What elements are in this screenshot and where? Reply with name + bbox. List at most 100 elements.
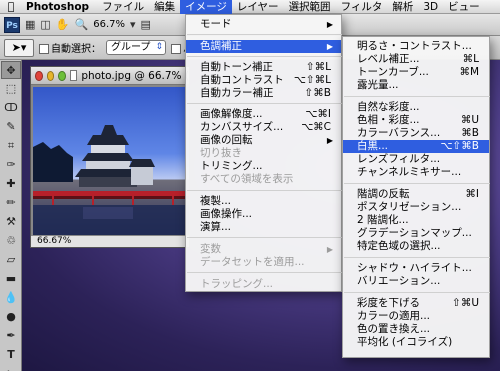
minibridge-icon[interactable]: ◫ — [40, 18, 50, 31]
auto-select-option[interactable]: 自動選択： — [39, 40, 101, 55]
menu-item-shortcut: ⇧⌘B — [304, 87, 331, 99]
move-tool-icon[interactable]: ✥ — [1, 61, 21, 79]
submenu-item-exposure[interactable]: 露光量... — [343, 79, 489, 92]
menu-item-label: モード — [200, 18, 232, 30]
submenu-item-label: 色相・彩度... — [357, 114, 420, 126]
dodge-tool-icon[interactable]: ● — [1, 308, 21, 326]
tool-preset-picker[interactable]: ➤▾ — [4, 38, 34, 57]
menu-item-label: カンバスサイズ... — [200, 121, 284, 133]
menu-item-trim[interactable]: トリミング... — [186, 160, 341, 173]
submenu-item-vibrance[interactable]: 自然な彩度... — [343, 101, 489, 114]
menu-filter[interactable]: フィルタ — [336, 0, 388, 14]
submenu-arrow-icon: ▶ — [326, 136, 333, 145]
submenu-item-photo-filter[interactable]: レンズフィルタ... — [343, 153, 489, 166]
submenu-item-desaturate[interactable]: 彩度を下げる ⇧⌘U — [343, 297, 489, 310]
chevron-down-icon[interactable]: ▾ — [130, 18, 136, 31]
history-brush-tool-icon[interactable]: ♲ — [1, 232, 21, 250]
submenu-item-label: 露光量... — [357, 79, 399, 91]
menu-view[interactable]: ビュー — [443, 0, 485, 14]
clone-stamp-tool-icon[interactable]: ⚒ — [1, 213, 21, 231]
document-zoom[interactable]: 66.67% — [37, 236, 71, 246]
menu-item-mode[interactable]: モード ▶ — [186, 18, 341, 31]
menu-3d[interactable]: 3D — [418, 0, 443, 14]
menu-image[interactable]: イメージ — [180, 0, 232, 14]
auto-select-label: 自動選択： — [51, 44, 101, 55]
submenu-item-levels[interactable]: レベル補正... ⌘L — [343, 53, 489, 66]
bridge-icon[interactable]: ▦ — [25, 18, 35, 31]
submenu-item-shadows-highlights[interactable]: シャドウ・ハイライト... — [343, 262, 489, 275]
menu-item-adjustments[interactable]: 色調補正 ▶ — [186, 40, 341, 53]
menu-item-auto-tone[interactable]: 自動トーン補正 ⇧⌘L — [186, 61, 341, 74]
lasso-tool-icon[interactable]: ↀ — [1, 99, 21, 117]
submenu-item-black-white[interactable]: 白黒... ⌥⇧⌘B — [343, 140, 489, 153]
healing-brush-tool-icon[interactable]: ✚ — [1, 175, 21, 193]
menu-app-photoshop[interactable]: Photoshop — [22, 0, 97, 14]
submenu-item-curves[interactable]: トーンカーブ... ⌘M — [343, 66, 489, 79]
menu-layer[interactable]: レイヤー — [232, 0, 284, 14]
auto-select-checkbox[interactable] — [39, 44, 49, 54]
submenu-item-hue-saturation[interactable]: 色相・彩度... ⌘U — [343, 114, 489, 127]
tools-panel: ✥ ⬚ ↀ ✎ ⌗ ✑ ✚ ✏ ⚒ ♲ ▱ ▬ 💧 ● ✒ T ➤ — [0, 60, 22, 371]
menu-item-label: 自動トーン補正 — [200, 61, 273, 73]
zoom-tool-icon[interactable]: 🔍 — [75, 18, 89, 31]
path-select-tool-icon[interactable]: ➤ — [1, 365, 21, 371]
menu-select[interactable]: 選択範囲 — [284, 0, 336, 14]
eyedropper-tool-icon[interactable]: ✑ — [1, 156, 21, 174]
submenu-item-label: 彩度を下げる — [357, 297, 420, 309]
menu-separator — [187, 272, 342, 273]
bounding-box-checkbox[interactable] — [171, 44, 181, 54]
submenu-item-gradient-map[interactable]: グラデーションマップ... — [343, 227, 489, 240]
quick-select-tool-icon[interactable]: ✎ — [1, 118, 21, 136]
menu-item-reveal-all: すべての領域を表示 — [186, 173, 341, 186]
submenu-item-replace-color[interactable]: 色の置き換え... — [343, 323, 489, 336]
image-menu: モード ▶ 色調補正 ▶ 自動トーン補正 ⇧⌘L 自動コントラスト ⌥⇧⌘L 自動カラー補正 ⇧⌘… — [185, 14, 342, 292]
menu-item-auto-contrast[interactable]: 自動コントラスト ⌥⇧⌘L — [186, 74, 341, 87]
submenu-item-color-balance[interactable]: カラーバランス... ⌘B — [343, 127, 489, 140]
auto-select-dropdown[interactable]: グループ — [106, 40, 166, 55]
submenu-item-variations[interactable]: バリエーション... — [343, 275, 489, 288]
arrange-icon[interactable]: ▤ — [141, 18, 151, 31]
menu-file[interactable]: ファイル — [97, 0, 149, 14]
submenu-item-selective-color[interactable]: 特定色域の選択... — [343, 240, 489, 253]
menu-item-auto-color[interactable]: 自動カラー補正 ⇧⌘B — [186, 87, 341, 100]
menu-item-image-rotation[interactable]: 画像の回転 ▶ — [186, 134, 341, 147]
submenu-item-label: 白黒... — [357, 140, 389, 152]
menu-item-apply-image[interactable]: 画像操作... — [186, 208, 341, 221]
menu-item-image-size[interactable]: 画像解像度... ⌥⌘I — [186, 108, 341, 121]
eraser-tool-icon[interactable]: ▱ — [1, 251, 21, 269]
menu-item-crop: 切り抜き — [186, 147, 341, 160]
submenu-item-equalize[interactable]: 平均化 (イコライズ) — [343, 336, 489, 349]
menu-item-duplicate[interactable]: 複製... — [186, 195, 341, 208]
submenu-item-invert[interactable]: 階調の反転 ⌘I — [343, 188, 489, 201]
zoom-button[interactable] — [58, 70, 66, 81]
hand-tool-icon[interactable]: ✋ — [56, 18, 70, 31]
zoom-level[interactable]: 66.7% — [93, 19, 125, 30]
menu-item-calculations[interactable]: 演算... — [186, 221, 341, 234]
submenu-item-channel-mixer[interactable]: チャンネルミキサー... — [343, 166, 489, 179]
pen-tool-icon[interactable]: ✒ — [1, 327, 21, 345]
menu-separator — [344, 257, 490, 258]
document-title-bar[interactable]: photo.jpg @ 66.7% ( — [31, 67, 189, 85]
marquee-tool-icon[interactable]: ⬚ — [1, 80, 21, 98]
menu-separator — [344, 96, 490, 97]
crop-tool-icon[interactable]: ⌗ — [1, 137, 21, 155]
submenu-item-posterize[interactable]: ポスタリゼーション... — [343, 201, 489, 214]
brush-tool-icon[interactable]: ✏ — [1, 194, 21, 212]
menu-analysis[interactable]: 解析 — [387, 0, 418, 14]
submenu-item-match-color[interactable]: カラーの適用... — [343, 310, 489, 323]
type-tool-icon[interactable]: T — [1, 346, 21, 364]
minimize-button[interactable] — [46, 70, 55, 81]
submenu-item-shortcut: ⌘I — [465, 188, 479, 200]
close-button[interactable] — [35, 70, 43, 81]
menu-edit[interactable]: 編集 — [149, 0, 180, 14]
menu-item-label: 画像解像度... — [200, 108, 263, 120]
menu-item-label: 切り抜き — [200, 147, 242, 159]
submenu-item-brightness-contrast[interactable]: 明るさ・コントラスト... — [343, 40, 489, 53]
image-canvas[interactable] — [33, 87, 189, 235]
menu-item-canvas-size[interactable]: カンバスサイズ... ⌥⌘C — [186, 121, 341, 134]
submenu-item-threshold[interactable]: 2 階調化... — [343, 214, 489, 227]
apple-icon[interactable]:  — [0, 0, 22, 13]
gradient-tool-icon[interactable]: ▬ — [1, 270, 21, 288]
submenu-item-shortcut: ⌘L — [462, 53, 479, 65]
blur-tool-icon[interactable]: 💧 — [1, 289, 21, 307]
